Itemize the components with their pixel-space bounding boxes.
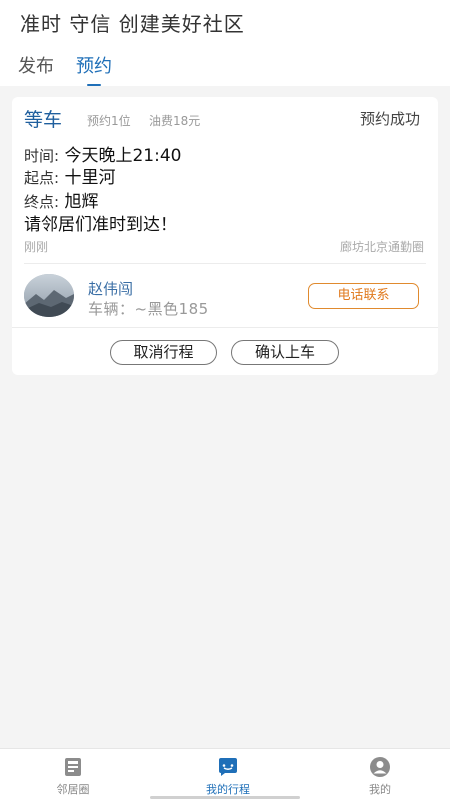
- driver-name: 赵伟闯: [88, 280, 134, 298]
- nav-profile[interactable]: 我的: [340, 755, 420, 797]
- top-header: 准时 守信 创建美好社区 发布 预约: [0, 0, 450, 86]
- booking-card[interactable]: 等车 预约1位 油费18元 预约成功 时间: 今天晚上21:40 起点: 十里河…: [12, 97, 438, 375]
- avatar-image: [24, 274, 74, 317]
- ride-mode: 等车: [24, 109, 63, 131]
- end-row: 终点: 旭辉: [24, 187, 98, 212]
- fuel-fee: 油费18元: [149, 114, 201, 128]
- call-button[interactable]: 电话联系: [308, 283, 419, 309]
- seat-count: 预约1位: [87, 114, 131, 128]
- nav-community-label: 邻居圈: [56, 783, 90, 796]
- tab-bar: 发布 预约: [18, 52, 112, 88]
- nav-my-trips-label: 我的行程: [206, 783, 250, 796]
- start-label: 起点:: [24, 169, 60, 187]
- nav-community[interactable]: 邻居圈: [33, 755, 113, 797]
- divider: [12, 327, 438, 328]
- nav-profile-label: 我的: [369, 783, 391, 796]
- vehicle-info: 车辆：~黑色185: [88, 300, 209, 318]
- booking-note: 请邻居们准时到达！: [24, 215, 177, 235]
- community-circle[interactable]: 廊坊北京通勤圈: [340, 238, 424, 255]
- profile-icon: [370, 757, 390, 777]
- end-value: 旭辉: [64, 192, 99, 212]
- trips-icon: [219, 758, 237, 776]
- card-header: 等车 预约1位 油费18元 预约成功: [24, 105, 420, 131]
- divider: [24, 263, 426, 264]
- booking-status: 预约成功: [359, 110, 420, 128]
- home-indicator: [150, 796, 300, 799]
- cancel-trip-button[interactable]: 取消行程: [110, 340, 217, 365]
- confirm-boarding-button[interactable]: 确认上车: [231, 340, 339, 365]
- posted-time: 刚刚: [24, 240, 49, 254]
- driver-avatar[interactable]: [24, 274, 74, 317]
- end-label: 终点:: [24, 193, 60, 211]
- app-slogan: 准时 守信 创建美好社区: [20, 12, 245, 36]
- community-icon: [65, 758, 81, 776]
- nav-my-trips[interactable]: 我的行程: [188, 755, 268, 797]
- start-value: 十里河: [64, 168, 116, 188]
- tab-publish[interactable]: 发布: [18, 52, 54, 88]
- tab-reservation[interactable]: 预约: [76, 52, 112, 88]
- bottom-nav: 邻居圈 我的行程 我的: [0, 748, 450, 800]
- start-row: 起点: 十里河: [24, 163, 115, 188]
